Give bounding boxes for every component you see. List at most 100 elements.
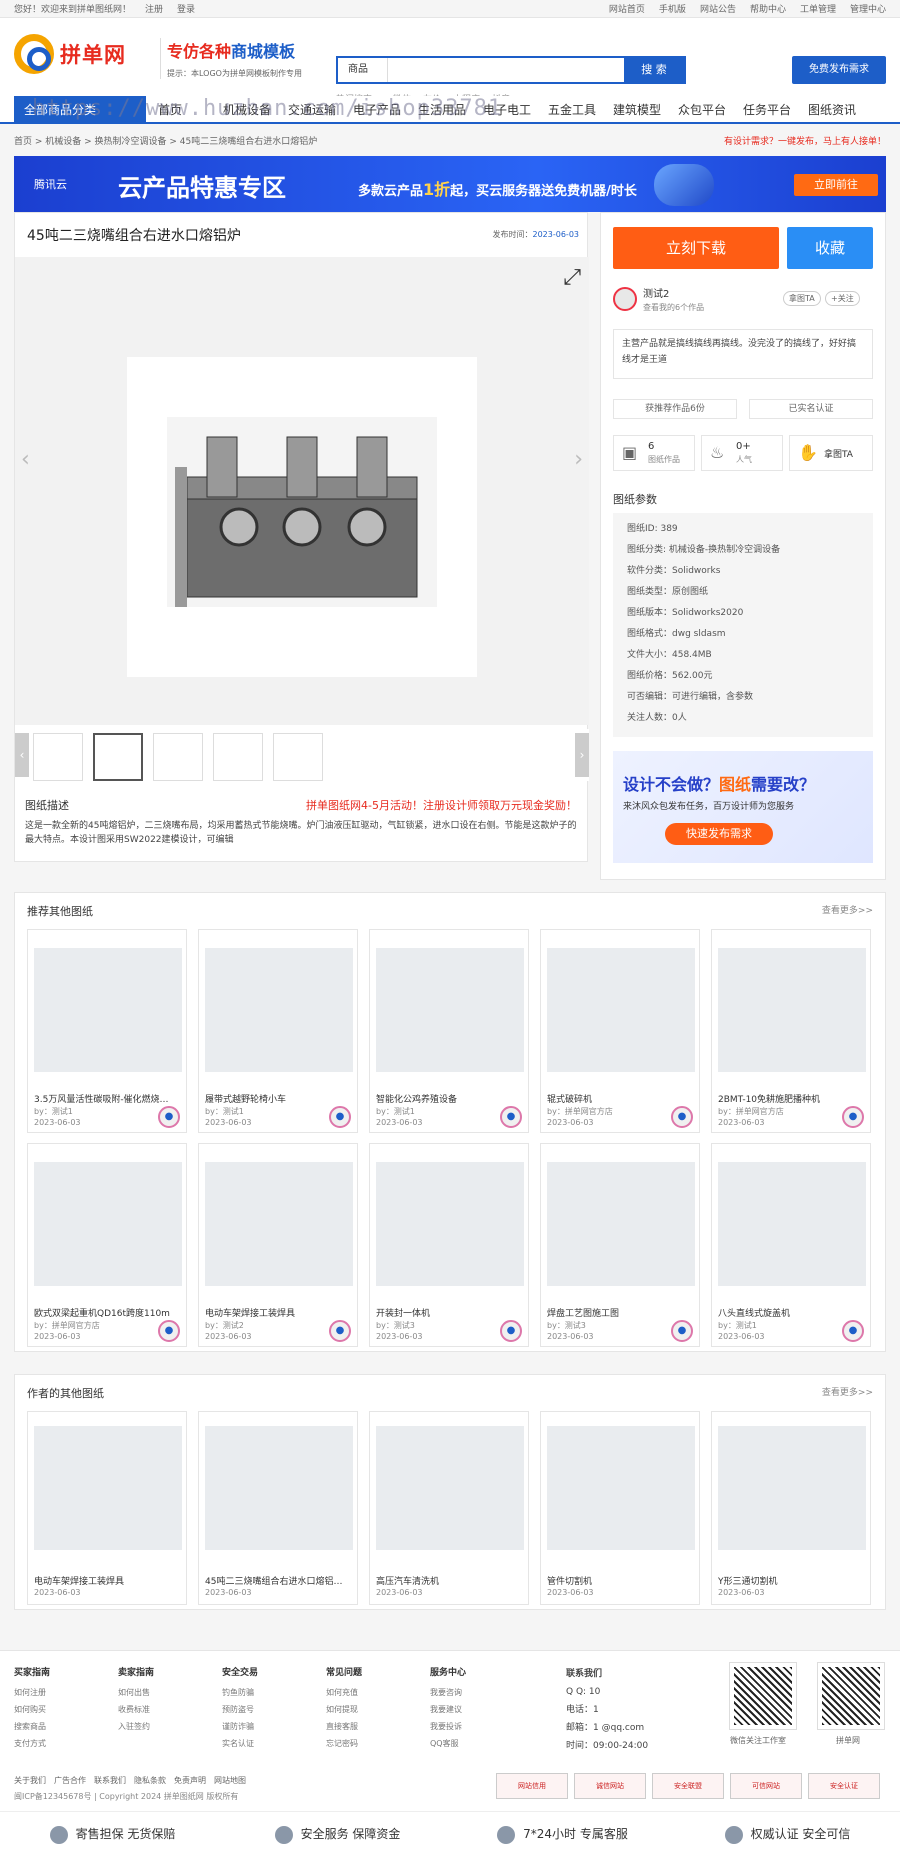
register-link[interactable]: 注册 <box>145 2 163 15</box>
cert-badge[interactable]: 安全认证 <box>808 1773 880 1799</box>
footer-column-link[interactable]: 钓鱼防骗 <box>222 1684 322 1701</box>
download-button[interactable]: 立刻下载 <box>613 227 779 269</box>
stat-ask[interactable]: ✋ 拿图TA <box>789 435 873 471</box>
top-link-notice[interactable]: 网站公告 <box>700 2 736 15</box>
footer-column-link[interactable]: 直接客服 <box>326 1718 426 1735</box>
footer-column-link[interactable]: 入驻签约 <box>118 1718 218 1735</box>
footer-column-link[interactable]: 如何提现 <box>326 1701 426 1718</box>
recommend-card[interactable]: 2BMT-10免耕施肥播种机 by：拼单网官方店 2023-06-03 ● <box>711 929 871 1133</box>
footer-column-link[interactable]: QQ客服 <box>430 1735 530 1752</box>
quick-publish-button[interactable]: 快速发布需求 <box>665 823 773 845</box>
thumbnail[interactable] <box>93 733 143 781</box>
footer-link[interactable]: 隐私条款 <box>134 1775 166 1786</box>
card-image[interactable] <box>547 1162 695 1286</box>
recommend-card[interactable]: 开装封一体机 by：测试3 2023-06-03 ● <box>369 1143 529 1347</box>
card-title[interactable]: 焊盘工艺图施工图 <box>547 1306 695 1319</box>
nav-item-task[interactable]: 任务平台 <box>743 96 808 124</box>
card-title[interactable]: 电动车架焊接工装焊具 <box>34 1574 182 1587</box>
recommend-card[interactable]: 辊式破碎机 by：拼单网官方店 2023-06-03 ● <box>540 929 700 1133</box>
nav-item-news[interactable]: 图纸资讯 <box>808 96 873 124</box>
footer-column-link[interactable]: 忘记密码 <box>326 1735 426 1752</box>
card-image[interactable] <box>547 1426 695 1550</box>
search-button[interactable]: 搜 索 <box>624 58 684 82</box>
recommend-card[interactable]: 八头直线式旋盖机 by：测试1 2023-06-03 ● <box>711 1143 871 1347</box>
manage-center-link[interactable]: 管理中心 <box>850 2 886 15</box>
card-image[interactable] <box>34 948 182 1072</box>
footer-column-link[interactable]: 谨防诈骗 <box>222 1718 322 1735</box>
card-title[interactable]: 45吨二三烧嘴组合右进水口熔铝… <box>205 1574 353 1587</box>
cert-badge[interactable]: 诚信网站 <box>574 1773 646 1799</box>
ask-button[interactable]: 拿图TA <box>783 291 821 306</box>
search-category-select[interactable]: 商品 <box>338 58 388 82</box>
recommend-card[interactable]: 履带式越野轮椅小车 by：测试1 2023-06-03 ● <box>198 929 358 1133</box>
footer-link[interactable]: 联系我们 <box>94 1775 126 1786</box>
card-title[interactable]: 电动车架焊接工装焊具 <box>205 1306 353 1319</box>
card-title[interactable]: 3.5万风量活性碳吸附-催化燃烧… <box>34 1092 182 1105</box>
next-image-icon[interactable]: › <box>574 447 583 472</box>
nav-item-crowdsource[interactable]: 众包平台 <box>678 96 743 124</box>
card-title[interactable]: 履带式越野轮椅小车 <box>205 1092 353 1105</box>
card-image[interactable] <box>205 948 353 1072</box>
recommend-card[interactable]: 智能化公鸡养殖设备 by：测试1 2023-06-03 ● <box>369 929 529 1133</box>
author-info[interactable]: 测试2 查看我的6个作品 <box>613 285 704 313</box>
footer-column-link[interactable]: 如何购买 <box>14 1701 114 1718</box>
top-link-ticket[interactable]: 工单管理 <box>800 2 836 15</box>
follow-button[interactable]: +关注 <box>825 291 860 306</box>
card-title[interactable]: 智能化公鸡养殖设备 <box>376 1092 524 1105</box>
top-link-help[interactable]: 帮助中心 <box>750 2 786 15</box>
crowdsource-ad[interactable]: 设计不会做？图纸需要改？ 来沐风众包发布任务，百万设计师为您服务 快速发布需求 <box>613 751 873 863</box>
card-image[interactable] <box>718 1162 866 1286</box>
footer-column-link[interactable]: 我要咨询 <box>430 1684 530 1701</box>
card-image[interactable] <box>376 1162 524 1286</box>
footer-column-link[interactable]: 支付方式 <box>14 1735 114 1752</box>
top-link-home[interactable]: 网站首页 <box>609 2 645 15</box>
breadcrumb[interactable]: 首页 > 机械设备 > 换热制冷空调设备 > 45吨二三烧嘴组合右进水口熔铝炉 <box>14 134 317 147</box>
publish-demand-button[interactable]: 免费发布需求 <box>792 56 886 84</box>
card-image[interactable] <box>34 1162 182 1286</box>
footer-link[interactable]: 关于我们 <box>14 1775 46 1786</box>
footer-link[interactable]: 免责声明 <box>174 1775 206 1786</box>
author-works-link[interactable]: 查看我的6个作品 <box>643 302 704 313</box>
recommend-card[interactable]: 欧式双梁起重机QD16t跨度110m by：拼单网官方店 2023-06-03 ● <box>27 1143 187 1347</box>
author-work-card[interactable]: Y形三通切割机 2023-06-03 <box>711 1411 871 1605</box>
recommend-card[interactable]: 焊盘工艺图施工图 by：测试3 2023-06-03 ● <box>540 1143 700 1347</box>
card-image[interactable] <box>34 1426 182 1550</box>
top-link-mobile[interactable]: 手机版 <box>659 2 686 15</box>
card-image[interactable] <box>718 948 866 1072</box>
footer-column-link[interactable]: 如何出售 <box>118 1684 218 1701</box>
site-logo[interactable]: 拼单网 <box>14 34 126 74</box>
cert-badge[interactable]: 网站信用 <box>496 1773 568 1799</box>
recommend-more-link[interactable]: 查看更多>> <box>822 903 873 916</box>
card-title[interactable]: Y形三通切割机 <box>718 1574 866 1587</box>
footer-column-link[interactable]: 搜索商品 <box>14 1718 114 1735</box>
footer-column-link[interactable]: 如何注册 <box>14 1684 114 1701</box>
card-title[interactable]: 八头直线式旋盖机 <box>718 1306 866 1319</box>
avatar[interactable] <box>613 287 637 311</box>
footer-column-link[interactable]: 我要投诉 <box>430 1718 530 1735</box>
author-works-more-link[interactable]: 查看更多>> <box>822 1385 873 1398</box>
footer-column-link[interactable]: 我要建议 <box>430 1701 530 1718</box>
thumb-next-icon[interactable]: › <box>575 733 589 777</box>
author-work-card[interactable]: 45吨二三烧嘴组合右进水口熔铝… 2023-06-03 <box>198 1411 358 1605</box>
author-work-card[interactable]: 高压汽车清洗机 2023-06-03 <box>369 1411 529 1605</box>
card-image[interactable] <box>205 1426 353 1550</box>
prev-image-icon[interactable]: ‹ <box>21 447 30 472</box>
card-title[interactable]: 管件切割机 <box>547 1574 695 1587</box>
card-title[interactable]: 辊式破碎机 <box>547 1092 695 1105</box>
recommend-card[interactable]: 3.5万风量活性碳吸附-催化燃烧… by：测试1 2023-06-03 ● <box>27 929 187 1133</box>
fullscreen-icon[interactable]: ⤢ <box>563 265 581 290</box>
card-image[interactable] <box>376 948 524 1072</box>
nav-item-tools[interactable]: 五金工具 <box>548 96 613 124</box>
card-image[interactable] <box>547 948 695 1072</box>
activity-link[interactable]: 拼单图纸网4-5月活动！注册设计师领取万元现金奖励！ <box>306 797 577 813</box>
footer-column-link[interactable]: 如何充值 <box>326 1684 426 1701</box>
footer-column-link[interactable]: 预防盗号 <box>222 1701 322 1718</box>
nav-item-building[interactable]: 建筑模型 <box>613 96 678 124</box>
footer-column-link[interactable]: 实名认证 <box>222 1735 322 1752</box>
thumbnail[interactable] <box>33 733 83 781</box>
search-input[interactable] <box>388 58 624 82</box>
footer-link[interactable]: 广告合作 <box>54 1775 86 1786</box>
login-link[interactable]: 登录 <box>177 2 195 15</box>
cert-badge[interactable]: 可信网站 <box>730 1773 802 1799</box>
card-image[interactable] <box>376 1426 524 1550</box>
